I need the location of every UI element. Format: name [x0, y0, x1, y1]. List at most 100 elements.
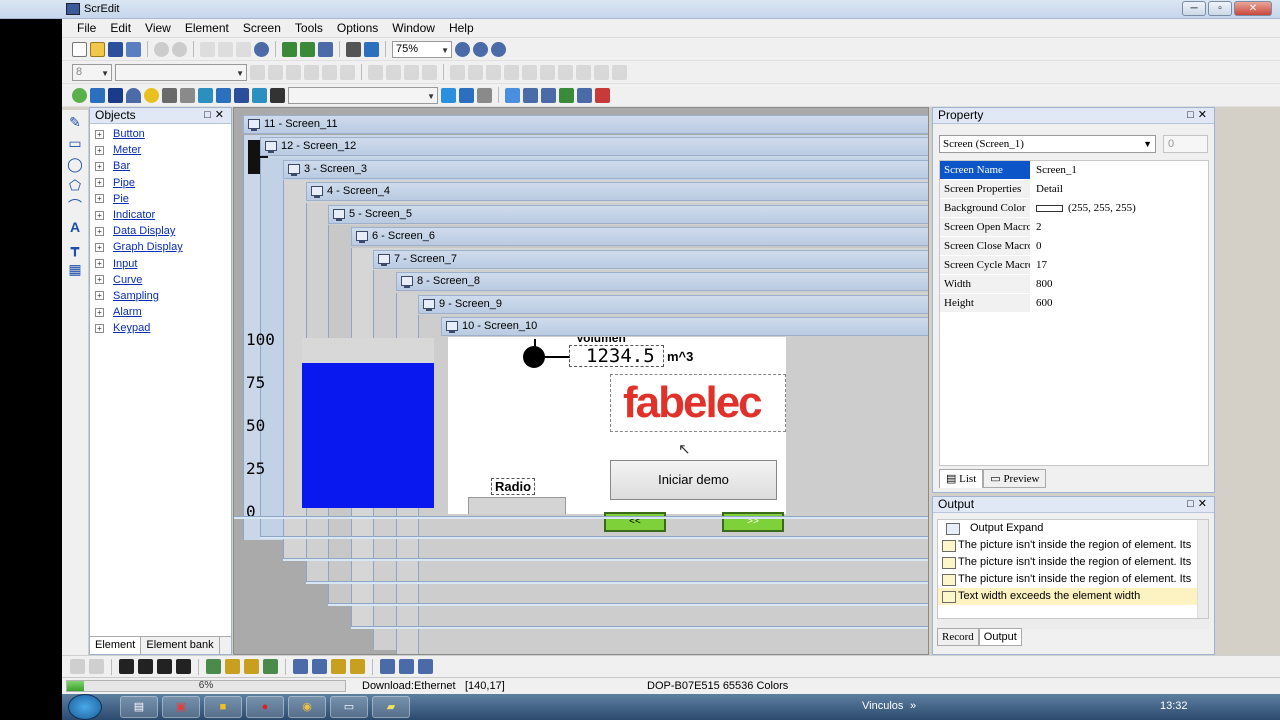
same-size-icon[interactable]	[418, 659, 433, 674]
space-v-icon[interactable]	[399, 659, 414, 674]
one-icon[interactable]	[459, 87, 474, 103]
space-h-icon[interactable]	[380, 659, 395, 674]
output-line[interactable]: The picture isn't inside the region of e…	[938, 554, 1208, 571]
align-left-icon[interactable]	[250, 64, 265, 80]
property-value[interactable]: 600	[1030, 294, 1053, 313]
save-all-icon[interactable]	[126, 41, 141, 57]
property-value[interactable]: (255, 255, 255)	[1030, 199, 1136, 218]
element-select[interactable]: ▼	[288, 86, 438, 104]
new-screen-icon[interactable]	[282, 41, 297, 57]
line-color-icon[interactable]	[450, 64, 465, 80]
find-icon[interactable]	[254, 41, 269, 57]
align-bottom-icon[interactable]	[340, 64, 355, 80]
panel-buttons[interactable]: □✕	[204, 108, 228, 123]
align-objects-icon[interactable]	[486, 64, 501, 80]
open-folder-icon[interactable]	[90, 41, 105, 57]
rectangle-icon[interactable]: ▭	[66, 134, 84, 152]
align-top-objects-icon[interactable]	[206, 659, 221, 674]
output-expand[interactable]: Output Expand	[938, 520, 1208, 537]
new-file-icon[interactable]	[72, 41, 87, 57]
menu-edit[interactable]: Edit	[103, 21, 138, 35]
send-to-back-icon[interactable]	[176, 659, 191, 674]
calendar-icon[interactable]	[541, 87, 556, 103]
screen-tab-9[interactable]: 9 - Screen_9	[418, 295, 928, 314]
download-icon[interactable]	[318, 41, 333, 57]
chrome-taskbar-icon[interactable]: ◉	[288, 696, 326, 718]
pipe-element-icon[interactable]	[126, 87, 141, 103]
screditor-taskbar-icon[interactable]: ▭	[330, 696, 368, 718]
circle-icon[interactable]: ◯	[66, 155, 84, 173]
menu-file[interactable]: File	[70, 21, 103, 35]
save-icon[interactable]	[108, 41, 123, 57]
compile-icon[interactable]	[364, 41, 379, 57]
object-item-curve[interactable]: + Curve	[90, 272, 231, 288]
expand-icon[interactable]: +	[95, 291, 104, 301]
print-icon[interactable]	[346, 41, 361, 57]
property-row[interactable]: Width 800	[940, 275, 1208, 294]
tab-preview[interactable]: ▭ Preview	[983, 469, 1047, 488]
menu-help[interactable]: Help	[442, 21, 481, 35]
data-display-icon[interactable]	[162, 87, 177, 103]
zoom-select[interactable]: 75% ▼	[392, 40, 452, 58]
property-row[interactable]: Height 600	[940, 294, 1208, 313]
property-row[interactable]: Screen Close Macro 0	[940, 237, 1208, 256]
graph-element-icon[interactable]	[234, 87, 249, 103]
zoom-out-icon[interactable]	[473, 41, 488, 57]
meter-element-icon[interactable]	[90, 87, 105, 103]
font-color-icon[interactable]	[368, 64, 383, 80]
font-size-select[interactable]: 8 ▼	[72, 63, 112, 81]
expand-icon[interactable]: +	[95, 178, 104, 188]
object-item-indicator[interactable]: + Indicator	[90, 207, 231, 223]
object-item-input[interactable]: + Input	[90, 256, 231, 272]
object-item-alarm[interactable]: + Alarm	[90, 304, 231, 320]
bring-forward-icon[interactable]	[119, 659, 134, 674]
object-item-data-display[interactable]: + Data Display	[90, 223, 231, 239]
align-top-icon[interactable]	[304, 64, 319, 80]
expand-icon[interactable]: +	[95, 307, 104, 317]
curve-element-icon[interactable]	[198, 87, 213, 103]
property-value[interactable]: 2	[1030, 218, 1042, 237]
menu-tools[interactable]: Tools	[288, 21, 330, 35]
same-height-icon[interactable]	[350, 659, 365, 674]
previous-button[interactable]: <<	[604, 512, 666, 532]
indicator-element-icon[interactable]	[144, 87, 159, 103]
menu-window[interactable]: Window	[385, 21, 442, 35]
distribute-h-icon[interactable]	[293, 659, 308, 674]
expand-icon[interactable]: +	[95, 259, 104, 269]
vertical-scrollbar[interactable]	[1197, 520, 1208, 618]
clock[interactable]: 13:32	[1160, 700, 1188, 712]
volume-display[interactable]: 1234.5	[569, 345, 664, 367]
history-icon[interactable]	[577, 87, 592, 103]
align-center-icon[interactable]	[268, 64, 283, 80]
expand-icon[interactable]: +	[95, 194, 104, 204]
redo-icon[interactable]	[172, 41, 187, 57]
close-button[interactable]: ✕	[1234, 1, 1272, 16]
menu-element[interactable]: Element	[178, 21, 236, 35]
expand-icon[interactable]: +	[95, 242, 104, 252]
send-back-icon[interactable]	[576, 64, 591, 80]
property-value[interactable]: 800	[1030, 275, 1053, 294]
open-screen-icon[interactable]	[300, 41, 315, 57]
next-button[interactable]: >>	[722, 512, 784, 532]
output-line[interactable]: Text width exceeds the element width	[938, 588, 1208, 605]
button-element-icon[interactable]	[72, 87, 87, 103]
input-element-icon[interactable]	[180, 87, 195, 103]
undo-icon[interactable]	[154, 41, 169, 57]
zero-icon[interactable]	[441, 87, 456, 103]
macro-icon[interactable]	[559, 87, 574, 103]
tab-record[interactable]: Record	[937, 628, 979, 646]
bring-to-front-icon[interactable]	[157, 659, 172, 674]
distribute-v-icon[interactable]	[312, 659, 327, 674]
object-item-bar[interactable]: + Bar	[90, 158, 231, 174]
align-middle-icon[interactable]	[322, 64, 337, 80]
property-object-select[interactable]: Screen (Screen_1) ▼	[939, 135, 1156, 153]
start-button[interactable]	[68, 694, 102, 720]
tab-element[interactable]: Element	[90, 637, 142, 654]
output-line[interactable]: The picture isn't inside the region of e…	[938, 537, 1208, 554]
property-spin[interactable]: 0	[1163, 135, 1208, 153]
iniciar-demo-button[interactable]: Iniciar demo	[610, 460, 777, 500]
same-width-icon[interactable]	[331, 659, 346, 674]
tray-chevron-icon[interactable]: »	[910, 700, 916, 712]
screen-tab-5[interactable]: 5 - Screen_5	[328, 205, 928, 224]
property-value[interactable]: 17	[1030, 256, 1047, 275]
